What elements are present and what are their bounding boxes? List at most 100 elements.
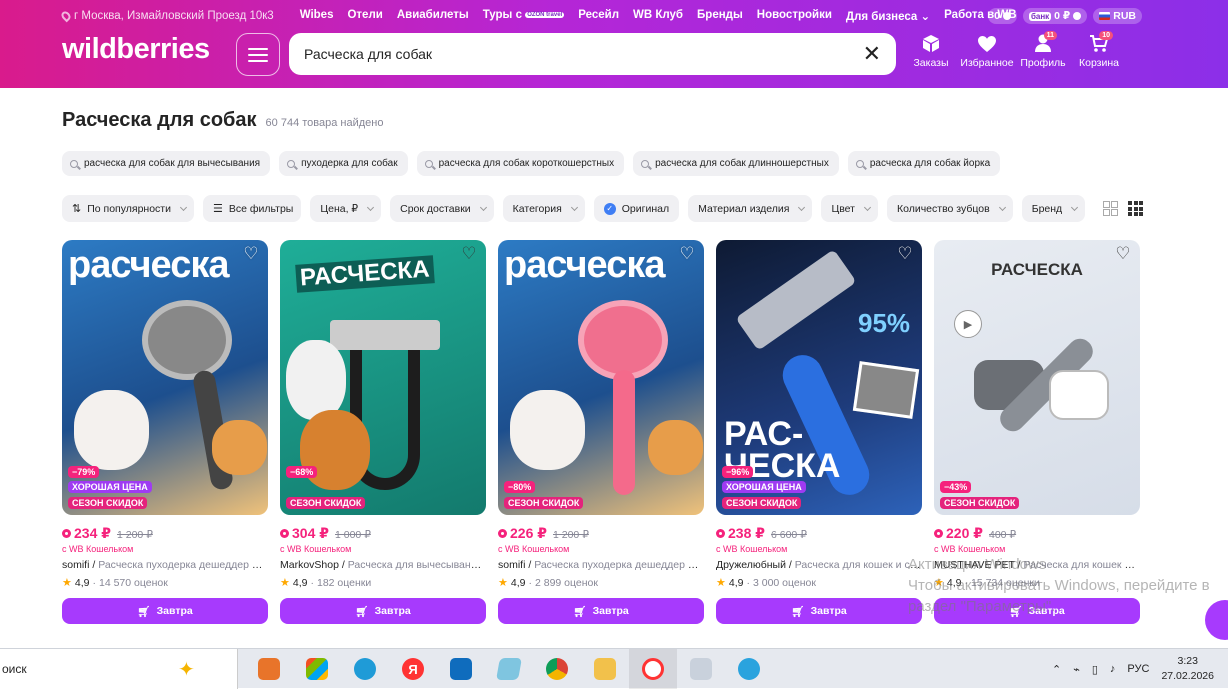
search-icon	[287, 159, 296, 168]
outlook-icon[interactable]	[437, 649, 485, 689]
watermark-line: Активация Windows	[908, 556, 1047, 573]
favorite-heart-icon[interactable]: ♡	[678, 245, 696, 262]
suggestion-chip[interactable]: расческа для собак для вычесывания	[62, 151, 271, 176]
suggestion-chip[interactable]: расческа для собак короткошерстных	[416, 151, 625, 176]
product-card[interactable]: расческа ♡ −80% СЕЗОН СКИДОК 226 ₽ 1 200 …	[498, 240, 704, 624]
nav-hotels[interactable]: Отели	[347, 9, 382, 23]
wallet-pill[interactable]: 0	[988, 8, 1017, 24]
nav-tours-label: Туры с	[482, 9, 522, 21]
search-input[interactable]: Расческа для собак ✕	[289, 33, 896, 75]
add-to-cart-button[interactable]: 🛒︎ Завтра	[62, 598, 268, 624]
image-title: расческа	[68, 244, 229, 286]
product-name[interactable]: Дружелюбный / Расческа для кошек и собак	[716, 559, 922, 571]
favorite-heart-icon[interactable]: ♡	[1114, 245, 1132, 262]
taskbar-search[interactable]: оиск ✦	[0, 649, 238, 689]
nav-business[interactable]: Для бизнеса ⌄	[846, 9, 930, 23]
brush-illustration	[142, 300, 232, 380]
product-card[interactable]: расческа ♡ −79% ХОРОШАЯ ЦЕНА СЕЗОН СКИДО…	[62, 240, 268, 624]
media-player-icon[interactable]	[245, 649, 293, 689]
nav-wb-club[interactable]: WB Клуб	[633, 9, 683, 23]
kitten-illustration	[74, 390, 149, 470]
wildberries-logo[interactable]: wildberries	[62, 33, 210, 66]
season-badge: СЕЗОН СКИДОК	[504, 497, 584, 509]
product-name[interactable]: somifi / Расческа пуходерка дешеддер для…	[62, 559, 268, 571]
menu-button[interactable]	[236, 33, 280, 76]
nav-resale[interactable]: Ресейл	[578, 9, 619, 23]
filter-color[interactable]: Цвет	[821, 195, 878, 222]
filter-brand[interactable]: Бренд	[1021, 195, 1086, 222]
filter-original[interactable]: ✓ Оригинал	[593, 195, 680, 222]
product-card[interactable]: РАСЧЕСКА ♡ −68% СЕЗОН СКИДОК 304 ₽ 1 000 …	[280, 240, 486, 624]
network-icon[interactable]: ⌁	[1073, 663, 1080, 676]
suggestion-chip[interactable]: расческа для собак йорка	[847, 151, 1001, 176]
filter-label: Цвет	[831, 202, 855, 215]
brand: somifi	[62, 559, 90, 571]
brand: Дружелюбный	[716, 559, 786, 571]
favorite-heart-icon[interactable]: ♡	[896, 245, 914, 262]
profile-button[interactable]: 11 Профиль	[1015, 31, 1071, 69]
puppy-illustration	[648, 420, 703, 475]
product-name[interactable]: MarkovShop / Расческа для вычесывания со…	[280, 559, 486, 571]
filter-label: По популярности	[87, 202, 171, 215]
wb-wallet-icon	[498, 529, 507, 538]
nav-flights[interactable]: Авиабилеты	[397, 9, 469, 23]
filter-teeth-count[interactable]: Количество зубцов	[886, 195, 1013, 222]
suggestion-chip[interactable]: пуходерка для собак	[279, 151, 408, 176]
nav-new-buildings[interactable]: Новостройки	[757, 9, 832, 23]
nav-tours[interactable]: Туры с OZON travel	[483, 9, 565, 23]
product-image[interactable]: расческа ♡ −79% ХОРОШАЯ ЦЕНА СЕЗОН СКИДО…	[62, 240, 268, 515]
edge-icon[interactable]	[341, 649, 389, 689]
nav-brands[interactable]: Бренды	[697, 9, 743, 23]
product-image[interactable]: расческа ♡ −80% СЕЗОН СКИДОК	[498, 240, 704, 515]
orders-button[interactable]: Заказы	[903, 33, 959, 69]
battery-icon[interactable]: ▯	[1092, 663, 1098, 676]
favorite-heart-icon[interactable]: ♡	[242, 245, 260, 262]
large-grid-icon[interactable]	[1103, 201, 1118, 216]
sort-dropdown[interactable]: ⇅ По популярности	[62, 195, 194, 222]
chrome-icon[interactable]	[533, 649, 581, 689]
clear-search-icon[interactable]: ✕	[863, 43, 881, 65]
page-title-row: Расческа для собак 60 744 товара найдено	[62, 109, 383, 132]
add-to-cart-button[interactable]: 🛒︎ Завтра	[716, 598, 922, 624]
bank-pill[interactable]: банк 0 ₽	[1022, 8, 1088, 24]
language-indicator[interactable]: РУС	[1127, 663, 1149, 675]
cart-button[interactable]: 10 Корзина	[1071, 31, 1127, 69]
product-image[interactable]: РАСЧЕСКА ♡ −68% СЕЗОН СКИДОК	[280, 240, 486, 515]
clock-time: 3:23	[1177, 655, 1198, 667]
russia-flag-icon	[1099, 12, 1111, 20]
chevron-down-icon	[1071, 203, 1079, 211]
yandex-browser-icon[interactable]	[629, 649, 677, 689]
telegram-icon[interactable]	[725, 649, 773, 689]
product-name[interactable]: somifi / Расческа пуходерка дешеддер для…	[498, 559, 704, 571]
document-app-icon[interactable]	[677, 649, 725, 689]
all-filters-button[interactable]: ☰ Все фильтры	[202, 195, 302, 222]
chevron-up-icon[interactable]: ⌃	[1052, 663, 1061, 676]
notes-icon[interactable]	[485, 649, 533, 689]
file-explorer-icon[interactable]	[581, 649, 629, 689]
wb-wallet-icon	[280, 529, 289, 538]
add-to-cart-button[interactable]: 🛒︎ Завтра	[280, 598, 486, 624]
yandex-icon[interactable]: Я	[389, 649, 437, 689]
store-icon[interactable]	[293, 649, 341, 689]
filter-delivery[interactable]: Срок доставки	[390, 195, 494, 222]
volume-icon[interactable]: ♪	[1110, 663, 1116, 675]
product-image[interactable]: 95% РАС-ЧЕСКА ♡ −96% ХОРОШАЯ ЦЕНА СЕЗОН …	[716, 240, 922, 515]
favorites-button[interactable]: Избранное	[959, 33, 1015, 69]
filter-price[interactable]: Цена, ₽	[310, 195, 382, 222]
product-card[interactable]: 95% РАС-ЧЕСКА ♡ −96% ХОРОШАЯ ЦЕНА СЕЗОН …	[716, 240, 922, 624]
add-to-cart-button[interactable]: 🛒︎ Завтра	[498, 598, 704, 624]
filter-material[interactable]: Материал изделия	[688, 195, 813, 222]
favorite-heart-icon[interactable]: ♡	[460, 245, 478, 262]
currency-pill[interactable]: RUB	[1093, 8, 1142, 24]
suggestion-chip[interactable]: расческа для собак длинношерстных	[633, 151, 839, 176]
nav-wibes[interactable]: Wibes	[300, 9, 334, 23]
filter-category[interactable]: Категория	[502, 195, 585, 222]
good-price-badge: ХОРОШАЯ ЦЕНА	[68, 481, 152, 493]
product-image[interactable]: РАСЧЕСКА ▶ ♡ −43% СЕЗОН СКИДОК	[934, 240, 1140, 515]
price-row: 226 ₽ 1 200 ₽	[498, 525, 704, 542]
small-grid-icon[interactable]	[1128, 201, 1143, 216]
clock[interactable]: 3:23 27.02.2026	[1161, 654, 1214, 684]
image-title: РАСЧЕСКА	[295, 255, 435, 293]
location[interactable]: г Москва, Измайловский Проезд 10к3	[59, 9, 274, 23]
price: 220 ₽	[934, 525, 983, 542]
